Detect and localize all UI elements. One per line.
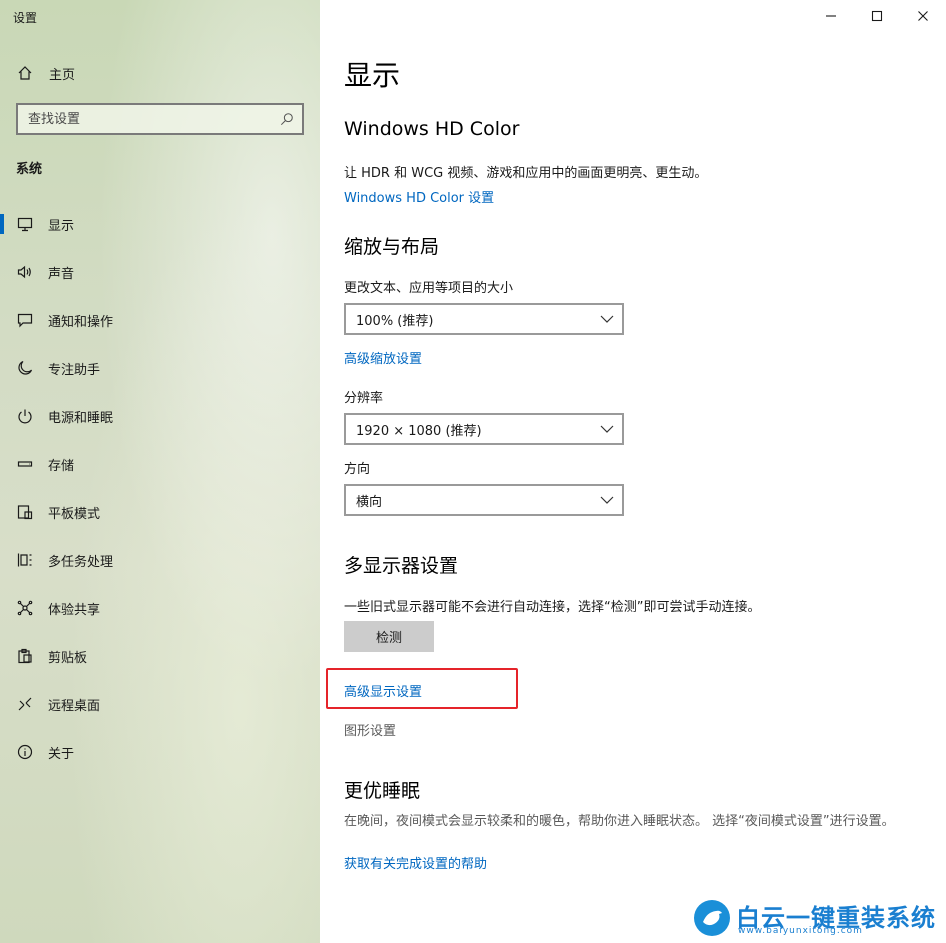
multitask-icon bbox=[16, 551, 34, 569]
multi-display-heading: 多显示器设置 bbox=[344, 555, 459, 577]
sidebar-item-label: 平板模式 bbox=[48, 506, 101, 522]
sidebar-item-label: 通知和操作 bbox=[48, 314, 114, 330]
window-controls bbox=[808, 0, 946, 32]
scale-heading: 缩放与布局 bbox=[344, 236, 440, 258]
info-icon bbox=[16, 743, 34, 761]
advanced-scaling-link[interactable]: 高级缩放设置 bbox=[344, 348, 422, 367]
share-icon bbox=[16, 599, 34, 617]
storage-icon bbox=[16, 455, 34, 473]
sidebar-item-label: 存储 bbox=[48, 458, 75, 474]
sleep-heading: 更优睡眠 bbox=[344, 780, 421, 802]
hdr-settings-link[interactable]: Windows HD Color 设置 bbox=[344, 187, 494, 206]
help-link[interactable]: 获取有关完成设置的帮助 bbox=[344, 853, 487, 872]
sidebar-item-tablet-mode[interactable]: 平板模式 bbox=[0, 488, 320, 536]
multi-display-description: 一些旧式显示器可能不会进行自动连接，选择“检测”即可尝试手动连接。 bbox=[344, 600, 761, 615]
resolution-value: 1920 × 1080 (推荐) bbox=[356, 423, 482, 439]
maximize-icon bbox=[871, 7, 883, 26]
sidebar-home[interactable]: 主页 bbox=[16, 64, 76, 83]
moon-icon bbox=[16, 359, 34, 377]
sidebar-item-label: 电源和睡眠 bbox=[48, 410, 114, 426]
chevron-down-icon bbox=[600, 494, 614, 506]
sidebar-item-multitasking[interactable]: 多任务处理 bbox=[0, 536, 320, 584]
monitor-icon bbox=[16, 215, 34, 233]
watermark-url: www.baiyunxitong.com bbox=[738, 926, 863, 936]
sidebar-item-remote-desktop[interactable]: 远程桌面 bbox=[0, 680, 320, 728]
orientation-dropdown[interactable]: 横向 bbox=[344, 484, 624, 516]
chevron-down-icon bbox=[600, 423, 614, 435]
chevron-down-icon bbox=[600, 313, 614, 325]
power-icon bbox=[16, 407, 34, 425]
sidebar-item-power[interactable]: 电源和睡眠 bbox=[0, 392, 320, 440]
hdr-description: 让 HDR 和 WCG 视频、游戏和应用中的画面更明亮、更生动。 bbox=[344, 166, 708, 181]
close-icon bbox=[917, 7, 929, 26]
page-title: 显示 bbox=[344, 59, 401, 92]
sidebar-item-label: 专注助手 bbox=[48, 362, 101, 378]
close-button[interactable] bbox=[900, 0, 946, 32]
sidebar-item-label: 显示 bbox=[48, 218, 75, 234]
minimize-button[interactable] bbox=[808, 0, 854, 32]
sidebar-item-sound[interactable]: 声音 bbox=[0, 248, 320, 296]
minimize-icon bbox=[825, 7, 837, 26]
watermark: 白云一键重装系统 www.baiyunxitong.com bbox=[694, 898, 938, 940]
search-box[interactable] bbox=[16, 103, 304, 135]
resolution-dropdown[interactable]: 1920 × 1080 (推荐) bbox=[344, 413, 624, 445]
maximize-button[interactable] bbox=[854, 0, 900, 32]
sidebar-item-display[interactable]: 显示 bbox=[0, 200, 320, 248]
detect-button[interactable]: 检测 bbox=[344, 621, 434, 652]
sidebar-item-label: 多任务处理 bbox=[48, 554, 114, 570]
sidebar: 设置 主页 系统 显示 声音 通知和操作 bbox=[0, 0, 320, 943]
orientation-label: 方向 bbox=[344, 462, 371, 477]
scale-size-value: 100% (推荐) bbox=[356, 313, 434, 329]
sidebar-nav: 显示 声音 通知和操作 专注助手 电源和睡眠 存储 平板模式 多任务处理 体验共… bbox=[0, 200, 320, 776]
sleep-description: 在晚间，夜间模式会显示较柔和的暖色，帮助你进入睡眠状态。 选择“夜间模式设置”进… bbox=[344, 814, 895, 829]
remote-icon bbox=[16, 695, 34, 713]
sidebar-item-clipboard[interactable]: 剪贴板 bbox=[0, 632, 320, 680]
notification-icon bbox=[16, 311, 34, 329]
highlight-annotation bbox=[326, 668, 518, 709]
search-input[interactable] bbox=[28, 111, 268, 127]
scale-size-dropdown[interactable]: 100% (推荐) bbox=[344, 303, 624, 335]
sidebar-item-shared-experiences[interactable]: 体验共享 bbox=[0, 584, 320, 632]
sidebar-home-label: 主页 bbox=[49, 67, 76, 83]
clipboard-icon bbox=[16, 647, 34, 665]
sidebar-item-focus-assist[interactable]: 专注助手 bbox=[0, 344, 320, 392]
sidebar-item-about[interactable]: 关于 bbox=[0, 728, 320, 776]
sidebar-item-label: 远程桌面 bbox=[48, 698, 101, 714]
home-icon bbox=[16, 64, 34, 82]
sidebar-section-label: 系统 bbox=[16, 162, 43, 177]
graphics-settings-link[interactable]: 图形设置 bbox=[344, 720, 396, 739]
hdr-heading: Windows HD Color bbox=[344, 118, 520, 140]
bird-logo-icon bbox=[694, 900, 730, 936]
speaker-icon bbox=[16, 263, 34, 281]
scale-size-label: 更改文本、应用等项目的大小 bbox=[344, 281, 514, 296]
sidebar-item-label: 声音 bbox=[48, 266, 75, 282]
app-title: 设置 bbox=[13, 11, 38, 25]
search-icon[interactable] bbox=[280, 111, 296, 127]
tablet-icon bbox=[16, 503, 34, 521]
sidebar-item-notifications[interactable]: 通知和操作 bbox=[0, 296, 320, 344]
sidebar-item-label: 剪贴板 bbox=[48, 650, 88, 666]
sidebar-item-label: 关于 bbox=[48, 746, 75, 762]
orientation-value: 横向 bbox=[356, 494, 383, 510]
resolution-label: 分辨率 bbox=[344, 391, 384, 406]
sidebar-item-storage[interactable]: 存储 bbox=[0, 440, 320, 488]
sidebar-item-label: 体验共享 bbox=[48, 602, 101, 618]
